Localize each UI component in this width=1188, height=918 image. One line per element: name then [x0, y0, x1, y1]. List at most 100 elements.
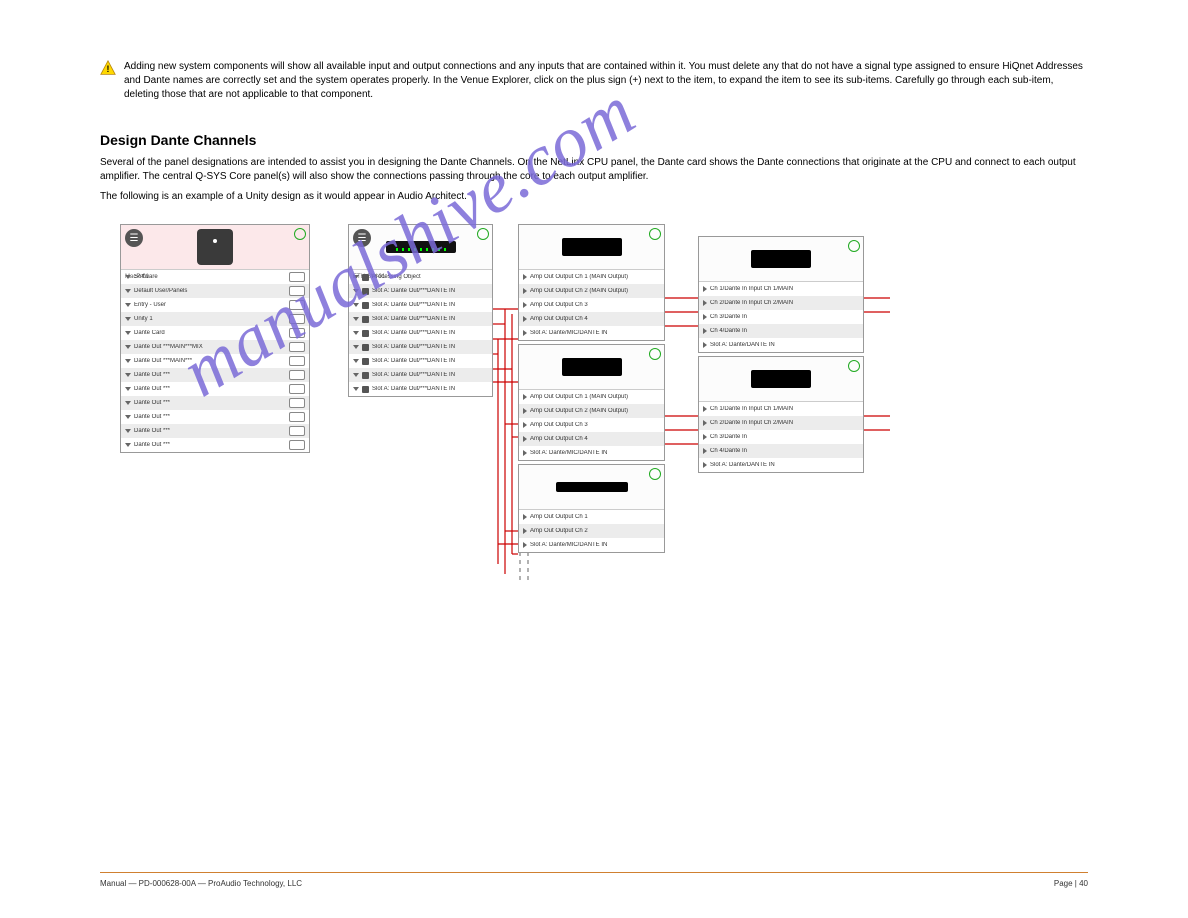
list-item[interactable]: Dante Out ***MAIN***: [121, 354, 309, 368]
panel-amp-tr[interactable]: Ch 1/Dante In Input Ch 1/MAIN Ch 2/Dante …: [698, 236, 864, 353]
list-item[interactable]: Slot A: Dante Out/***DANTE IN: [349, 354, 492, 368]
row-label: Dante Out ***MAIN***MIX: [134, 344, 286, 350]
expand-icon: [125, 401, 131, 405]
row-label: Amp Out Output Ch 4: [530, 436, 660, 442]
list-item[interactable]: Amp Out Output Ch 4: [519, 432, 664, 446]
list-item[interactable]: Processing Object: [349, 270, 492, 284]
list-item[interactable]: Dante Out ***: [121, 424, 309, 438]
list-item[interactable]: Ch 1/Dante In Input Ch 1/MAIN: [699, 402, 863, 416]
device-amp-icon: [751, 370, 811, 388]
list-item[interactable]: Amp Out Output Ch 1 (MAIN Output): [519, 390, 664, 404]
list-item[interactable]: Software: [121, 270, 309, 284]
svg-text:!: !: [107, 64, 110, 74]
list-item[interactable]: Slot A: Dante/MIC/DANTE IN: [519, 326, 664, 340]
warning-icon: !: [100, 60, 116, 76]
row-label: Amp Out Output Ch 1 (MAIN Output): [530, 394, 660, 400]
port-icon: [289, 412, 305, 422]
list-item[interactable]: Amp Out Output Ch 2 (MAIN Output): [519, 404, 664, 418]
list-item[interactable]: Slot A: Dante/MIC/DANTE IN: [519, 446, 664, 460]
list-item[interactable]: Slot A: Dante/MIC/DANTE IN: [519, 538, 664, 552]
row-label: Ch 2/Dante In Input Ch 2/MAIN: [710, 300, 859, 306]
row-label: Dante Out ***: [134, 386, 286, 392]
row-label: Amp Out Output Ch 2: [530, 528, 660, 534]
expand-icon: [523, 394, 527, 400]
panel-switch[interactable]: ☰ ETH-SW-01 Processing ObjectSlot A: Dan…: [348, 224, 493, 397]
row-label: Ch 1/Dante In Input Ch 1/MAIN: [710, 286, 859, 292]
expand-icon: [125, 345, 131, 349]
port-icon: [362, 274, 369, 281]
expand-icon: [703, 286, 707, 292]
list-item[interactable]: Dante Out ***: [121, 368, 309, 382]
list-item[interactable]: Slot A: Dante/DANTE IN: [699, 458, 863, 472]
list-item[interactable]: Amp Out Output Ch 1: [519, 510, 664, 524]
list-item[interactable]: Amp Out Output Ch 1 (MAIN Output): [519, 270, 664, 284]
panel-amp-bottom[interactable]: Amp Out Output Ch 1 Amp Out Output Ch 2 Sl…: [518, 464, 665, 553]
port-icon: [289, 272, 305, 282]
list-item[interactable]: Slot A: Dante/DANTE IN: [699, 338, 863, 352]
list-item[interactable]: Ch 2/Dante In Input Ch 2/MAIN: [699, 416, 863, 430]
expand-icon: [523, 422, 527, 428]
list-item[interactable]: Amp Out Output Ch 2 (MAIN Output): [519, 284, 664, 298]
list-item[interactable]: Slot A: Dante Out/***DANTE IN: [349, 382, 492, 396]
list-item[interactable]: Entry - User: [121, 298, 309, 312]
status-ok-icon: [649, 228, 661, 240]
list-item[interactable]: Dante Out ***: [121, 396, 309, 410]
port-icon: [362, 372, 369, 379]
row-label: Slot A: Dante Out/***DANTE IN: [372, 344, 488, 350]
list-item[interactable]: Slot A: Dante Out/***DANTE IN: [349, 284, 492, 298]
list-item[interactable]: Dante Out ***MAIN***MIX: [121, 340, 309, 354]
row-label: Slot A: Dante Out/***DANTE IN: [372, 288, 488, 294]
row-label: Slot A: Dante/MIC/DANTE IN: [530, 330, 660, 336]
section-title: Design Dante Channels: [100, 132, 1088, 148]
expand-icon: [703, 328, 707, 334]
device-amp-icon: [562, 238, 622, 256]
list-item[interactable]: Slot A: Dante Out/***DANTE IN: [349, 326, 492, 340]
list-item[interactable]: Ch 1/Dante In Input Ch 1/MAIN: [699, 282, 863, 296]
row-label: Processing Object: [372, 274, 488, 280]
list-item[interactable]: Slot A: Dante Out/***DANTE IN: [349, 312, 492, 326]
panel-amp-mr[interactable]: Ch 1/Dante In Input Ch 1/MAINCh 2/Dante …: [698, 356, 864, 473]
port-icon: [362, 316, 369, 323]
row-label: Entry - User: [134, 302, 286, 308]
expand-icon: [125, 317, 131, 321]
status-ok-icon: [649, 348, 661, 360]
list-item[interactable]: Amp Out Output Ch 3: [519, 298, 664, 312]
row-label: Amp Out Output Ch 3: [530, 422, 660, 428]
list-item[interactable]: Slot A: Dante Out/***DANTE IN: [349, 298, 492, 312]
list-item[interactable]: Default User/Panels: [121, 284, 309, 298]
list-item[interactable]: Ch 2/Dante In Input Ch 2/MAIN: [699, 296, 863, 310]
row-label: Dante Out ***: [134, 442, 286, 448]
expand-icon: [353, 387, 359, 391]
device-amp-icon: [562, 358, 622, 376]
list-item[interactable]: Amp Out Output Ch 2: [519, 524, 664, 538]
list-item[interactable]: Dante Out ***: [121, 382, 309, 396]
list-item[interactable]: Dante Card: [121, 326, 309, 340]
expand-icon: [125, 331, 131, 335]
list-item[interactable]: Dante Out ***: [121, 438, 309, 452]
footer-right: Page | 40: [1054, 879, 1088, 888]
list-item[interactable]: Unity 1: [121, 312, 309, 326]
list-item[interactable]: Ch 4/Dante In: [699, 324, 863, 338]
panel-amp-tl[interactable]: Amp Out Output Ch 1 (MAIN Output)Amp Out…: [518, 224, 665, 341]
row-label: Slot A: Dante/DANTE IN: [710, 462, 859, 468]
expand-icon: [703, 342, 707, 348]
row-label: Slot A: Dante Out/***DANTE IN: [372, 302, 488, 308]
expand-icon: [353, 331, 359, 335]
list-item[interactable]: Ch 3/Dante In: [699, 310, 863, 324]
section-para1: Several of the panel designations are in…: [100, 156, 1088, 184]
list-item[interactable]: Ch 3/Dante In: [699, 430, 863, 444]
list-item[interactable]: Dante Out ***: [121, 410, 309, 424]
panel-cpu[interactable]: ☰ MacP-01 SoftwareDefault User/PanelsEnt…: [120, 224, 310, 453]
list-item[interactable]: Slot A: Dante Out/***DANTE IN: [349, 340, 492, 354]
list-item[interactable]: Amp Out Output Ch 4: [519, 312, 664, 326]
list-item[interactable]: Amp Out Output Ch 3: [519, 418, 664, 432]
expand-icon: [523, 528, 527, 534]
expand-icon: [523, 436, 527, 442]
panel-amp-ml[interactable]: Amp Out Output Ch 1 (MAIN Output) Amp Out…: [518, 344, 665, 461]
list-item[interactable]: Slot A: Dante Out/***DANTE IN: [349, 368, 492, 382]
list-item[interactable]: Ch 4/Dante In: [699, 444, 863, 458]
row-label: Dante Out ***: [134, 414, 286, 420]
row-label: Dante Out ***MAIN***: [134, 358, 286, 364]
row-label: Ch 4/Dante In: [710, 448, 859, 454]
expand-icon: [353, 345, 359, 349]
